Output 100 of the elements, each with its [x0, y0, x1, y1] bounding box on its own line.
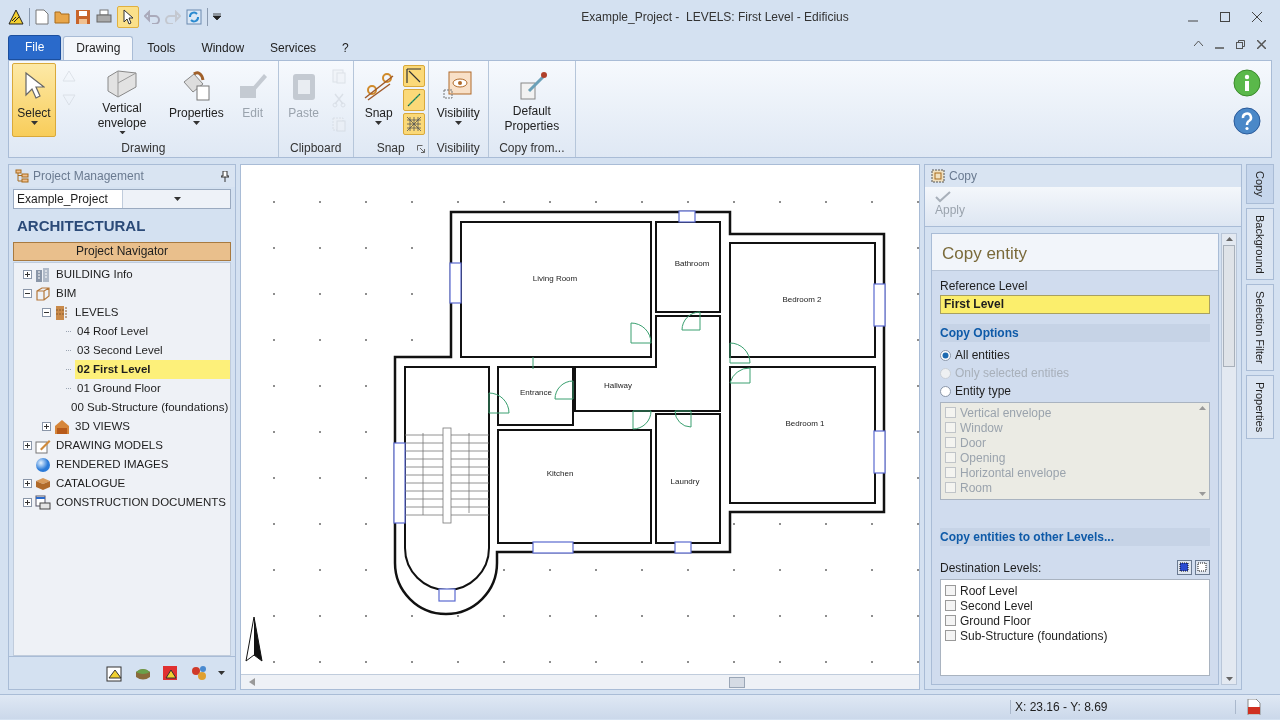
tree-line [66, 388, 72, 389]
close-icon[interactable] [1257, 39, 1266, 49]
form-heading: Copy entity [932, 234, 1218, 271]
ribbon-button[interactable]: Select [12, 63, 56, 137]
select-all-icon[interactable] [1177, 560, 1192, 575]
group-label: Snap [376, 141, 405, 155]
radio-icon[interactable] [940, 349, 951, 361]
printer-icon [35, 494, 51, 511]
checkbox-icon[interactable] [945, 585, 956, 596]
toolbar-button[interactable] [402, 65, 425, 87]
tree-item[interactable]: 01 Ground Floor [75, 379, 230, 398]
expand-toggle[interactable] [23, 498, 32, 507]
building-icon [35, 266, 51, 283]
deselect-all-icon[interactable] [1195, 560, 1210, 575]
ribbon-tab[interactable]: Services [258, 37, 329, 60]
project-dropdown[interactable]: Example_Project [13, 189, 231, 209]
checkbox-icon[interactable] [945, 600, 956, 611]
side-tab[interactable]: Selection Filter [1246, 284, 1274, 372]
printer-icon[interactable] [96, 9, 112, 25]
room-label: Bathroom [674, 259, 710, 268]
new-file-icon[interactable] [35, 9, 49, 25]
toolbar-button[interactable] [402, 113, 425, 135]
save-icon[interactable] [75, 9, 91, 25]
info-icon[interactable] [1233, 69, 1261, 97]
checkbox-icon[interactable] [945, 630, 956, 641]
checkbox-icon[interactable] [945, 615, 956, 626]
radio-option[interactable]: Entity type [932, 382, 1218, 400]
ribbon-tab[interactable]: ? [330, 37, 361, 60]
ribbon-button[interactable]: Properties [164, 63, 229, 137]
books-icon [35, 475, 51, 492]
app-logo-icon[interactable] [8, 9, 24, 25]
reference-level-field[interactable]: First Level [940, 295, 1210, 314]
scroll-left-icon[interactable] [249, 678, 255, 686]
ribbon-tab[interactable]: Window [189, 37, 257, 60]
tree-item[interactable]: RENDERED IMAGES [54, 455, 230, 474]
export-icon[interactable] [106, 664, 124, 682]
section-heading: Copy entities to other Levels... [940, 528, 1210, 546]
expand-toggle[interactable] [23, 441, 32, 450]
background-file-icon[interactable] [1246, 699, 1262, 715]
tree-item[interactable]: 00 Sub-Structure (foundations) [69, 398, 231, 417]
side-tab[interactable]: Properties [1246, 375, 1274, 440]
scrollbar-thumb[interactable] [729, 677, 745, 688]
checkbox-item[interactable]: Second Level [941, 598, 1209, 613]
checkbox-item[interactable]: Ground Floor [941, 613, 1209, 628]
collapse-toggle[interactable] [23, 289, 32, 298]
dialog-launcher-icon[interactable] [416, 145, 425, 153]
tree-item[interactable]: DRAWING MODELS [54, 436, 230, 455]
ribbon-tab[interactable]: Tools [135, 37, 188, 60]
tree-item[interactable]: CONSTRUCTION DOCUMENTS [54, 493, 230, 512]
expand-toggle[interactable] [23, 270, 32, 279]
ribbon-button[interactable]: Default Properties [491, 63, 572, 137]
refresh-icon[interactable] [186, 9, 202, 25]
folder-icon[interactable] [54, 10, 70, 24]
plot-icon[interactable] [162, 664, 180, 682]
tree-item[interactable]: BIM [54, 284, 230, 303]
coordinates-readout: X: 23.16 - Y: 8.69 [1010, 700, 1236, 714]
tree-line [66, 369, 72, 370]
tree-item[interactable]: 03 Second Level [75, 341, 230, 360]
radio-icon[interactable] [940, 385, 951, 397]
ribbon-tab[interactable]: Drawing [63, 36, 134, 60]
tree-line [66, 331, 72, 332]
ribbon-button[interactable]: Vertical envelope [82, 63, 162, 137]
expand-toggle[interactable] [23, 479, 32, 488]
tree-item[interactable]: 02 First Level [75, 360, 230, 379]
gears-icon[interactable] [190, 664, 208, 682]
group-label: Clipboard [290, 141, 342, 155]
room-label: Entrance [520, 388, 552, 397]
restore-icon[interactable] [1236, 39, 1245, 49]
collapse-toggle[interactable] [42, 308, 51, 317]
ribbon-button[interactable]: Snap [356, 63, 401, 137]
pointer-icon[interactable] [117, 6, 139, 28]
ribbon-button[interactable]: Visibility [431, 63, 485, 137]
caret-icon [375, 121, 383, 125]
tree-item[interactable]: CATALOGUE [54, 474, 230, 493]
tree-item[interactable]: 3D VIEWS [73, 417, 230, 436]
radio-option[interactable]: All entities [932, 346, 1218, 364]
customize-caret-icon[interactable] [213, 13, 221, 21]
scroll-down-icon[interactable] [1225, 677, 1233, 681]
checkbox-item[interactable]: Roof Level [941, 583, 1209, 598]
tree-item[interactable]: 04 Roof Level [75, 322, 230, 341]
pin-icon[interactable] [221, 170, 229, 182]
tree-item[interactable]: BUILDING Info [54, 265, 230, 284]
expand-toggle[interactable] [42, 422, 51, 431]
collapse-ribbon-icon[interactable] [1194, 39, 1203, 46]
caret-icon [192, 121, 200, 125]
side-tab[interactable]: Background [1246, 207, 1274, 281]
side-tab[interactable]: Copy [1246, 164, 1274, 204]
scrollbar-thumb[interactable] [1223, 245, 1235, 367]
file-menu-button[interactable]: File [8, 35, 62, 60]
tree-item[interactable]: LEVELS [73, 303, 230, 322]
room-label: Kitchen [546, 469, 574, 478]
help-icon[interactable] [1233, 107, 1261, 135]
scroll-up-icon[interactable] [1225, 237, 1233, 241]
close-icon[interactable] [1252, 12, 1262, 22]
snap-mode-icon [405, 68, 422, 84]
maximize-icon[interactable] [1220, 12, 1230, 22]
field-label: Reference Level [939, 278, 1029, 295]
section-heading: Copy Options [940, 324, 1210, 342]
panel-title: Copy [949, 169, 977, 183]
checkbox-item[interactable]: Sub-Structure (foundations) [941, 628, 1209, 643]
